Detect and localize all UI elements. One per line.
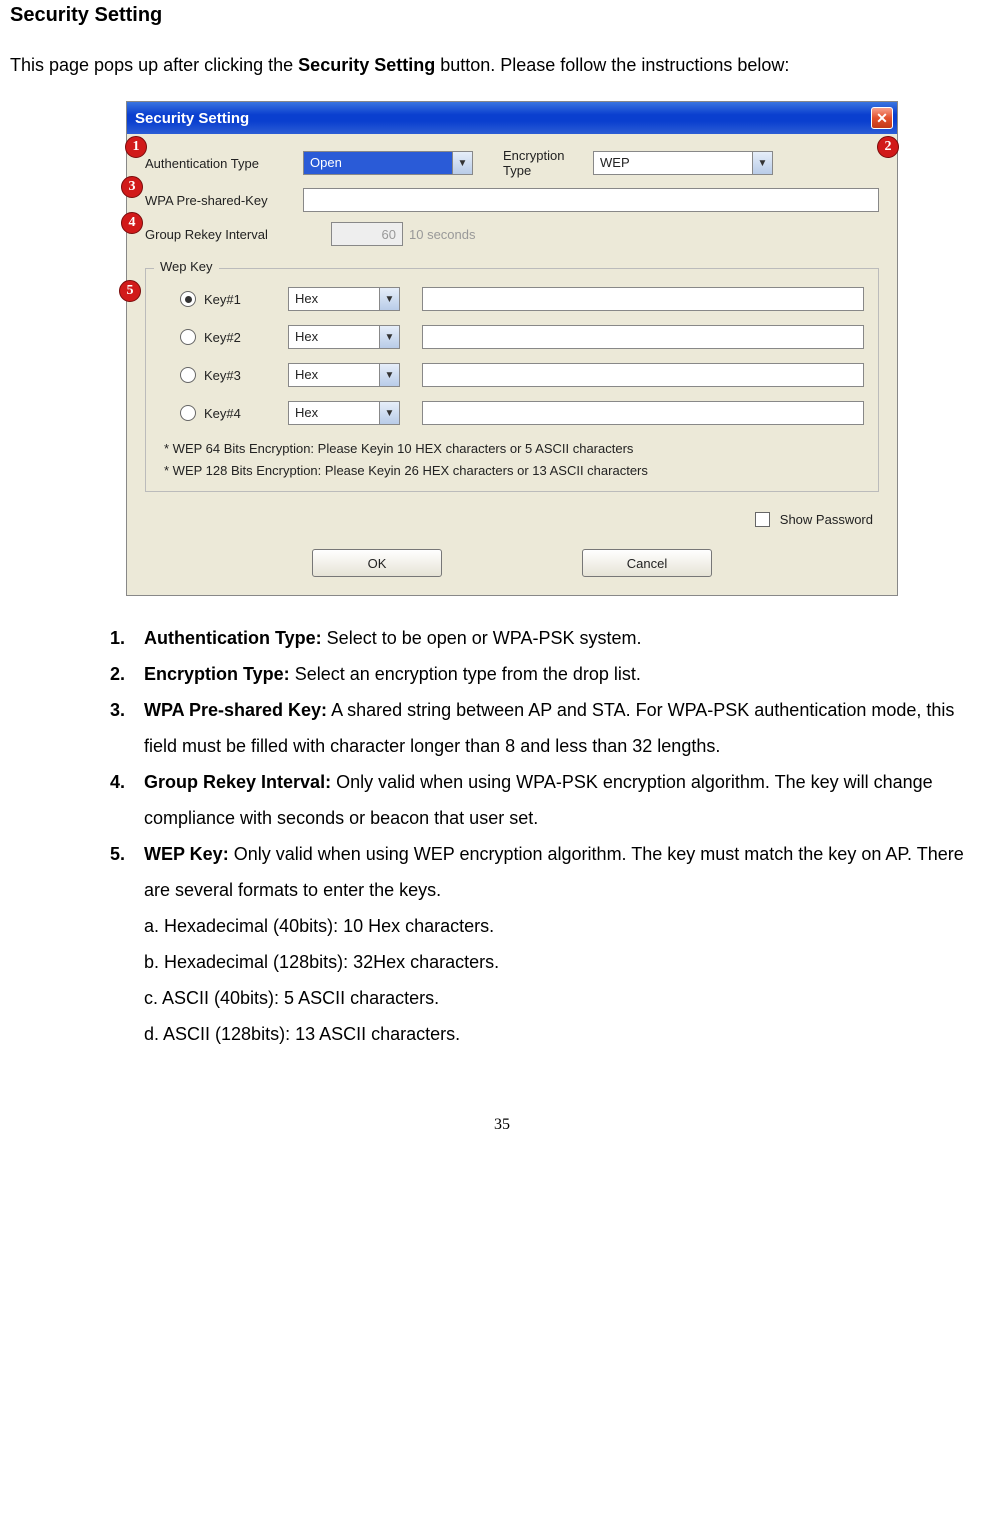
enc-type-value: WEP <box>594 152 752 174</box>
wep-key4-format-value: Hex <box>289 402 379 424</box>
ok-button[interactable]: OK <box>312 549 442 577</box>
wep-key2-format-value: Hex <box>289 326 379 348</box>
wep-key3-format[interactable]: Hex ▼ <box>288 363 400 387</box>
intro-post: button. Please follow the instructions b… <box>435 55 789 75</box>
chevron-down-icon: ▼ <box>379 364 399 386</box>
close-button[interactable]: ✕ <box>871 107 893 129</box>
sub-a: a. Hexadecimal (40bits): 10 Hex characte… <box>144 908 990 944</box>
wep-hint-64: * WEP 64 Bits Encryption: Please Keyin 1… <box>164 439 864 459</box>
show-password-row: Show Password <box>145 512 879 527</box>
wep-key2-label: Key#2 <box>204 330 288 345</box>
wep-key1-label: Key#1 <box>204 292 288 307</box>
dialog-body: 1 2 3 4 5 Authentication Type Open ▼ Enc… <box>127 134 897 595</box>
cancel-button[interactable]: Cancel <box>582 549 712 577</box>
intro-pre: This page pops up after clicking the <box>10 55 298 75</box>
list-bold: WPA Pre-shared Key: <box>144 700 327 720</box>
dialog-buttons: OK Cancel <box>145 549 879 577</box>
badge-2: 2 <box>877 136 899 158</box>
list-num: 4. <box>110 764 144 836</box>
list-num: 2. <box>110 656 144 692</box>
rekey-input[interactable]: 60 <box>331 222 403 246</box>
encryption-type-select[interactable]: WEP ▼ <box>593 151 773 175</box>
wep-key3-radio[interactable] <box>180 367 196 383</box>
wep-key1-format-value: Hex <box>289 288 379 310</box>
list-item-5: 5. WEP Key: Only valid when using WEP en… <box>110 836 990 908</box>
chevron-down-icon: ▼ <box>452 152 472 174</box>
badge-3: 3 <box>121 176 143 198</box>
wep-key2-radio[interactable] <box>180 329 196 345</box>
show-password-label: Show Password <box>780 512 873 527</box>
badge-4: 4 <box>121 212 143 234</box>
badge-1: 1 <box>125 136 147 158</box>
label-enc-type: Encryption Type <box>473 148 593 178</box>
list-bold: Encryption Type: <box>144 664 290 684</box>
list-bold: WEP Key: <box>144 844 229 864</box>
wep-key4-input[interactable] <box>422 401 864 425</box>
list-bold: Group Rekey Interval: <box>144 772 331 792</box>
chevron-down-icon: ▼ <box>379 402 399 424</box>
page-title: Security Setting <box>10 4 994 27</box>
label-rekey: Group Rekey Interval <box>145 227 303 242</box>
dialog-title: Security Setting <box>135 110 871 127</box>
wep-key3-input[interactable] <box>422 363 864 387</box>
rekey-unit: 10 seconds <box>409 227 476 242</box>
list-text: Only valid when using WEP encryption alg… <box>144 844 964 900</box>
wep-key-legend: Wep Key <box>154 259 219 274</box>
list-num: 5. <box>110 836 144 908</box>
list-num: 3. <box>110 692 144 764</box>
wep-key2-input[interactable] <box>422 325 864 349</box>
label-auth-type: Authentication Type <box>145 156 303 171</box>
security-setting-dialog: Security Setting ✕ 1 2 3 4 5 Authenticat… <box>126 101 898 596</box>
wep-key1-radio[interactable] <box>180 291 196 307</box>
chevron-down-icon: ▼ <box>379 326 399 348</box>
list-item-2: 2. Encryption Type: Select an encryption… <box>110 656 990 692</box>
wep-hint-128: * WEP 128 Bits Encryption: Please Keyin … <box>164 461 864 481</box>
auth-type-select[interactable]: Open ▼ <box>303 151 473 175</box>
wep-key4-radio[interactable] <box>180 405 196 421</box>
wep-key1-format[interactable]: Hex ▼ <box>288 287 400 311</box>
wep-key-row-3: Key#3 Hex ▼ <box>160 363 864 387</box>
intro-bold: Security Setting <box>298 55 435 75</box>
list-item-1: 1. Authentication Type: Select to be ope… <box>110 620 990 656</box>
list-text: Select an encryption type from the drop … <box>290 664 641 684</box>
intro-text: This page pops up after clicking the Sec… <box>10 47 994 83</box>
sub-b: b. Hexadecimal (128bits): 32Hex characte… <box>144 944 990 980</box>
list-text: Select to be open or WPA-PSK system. <box>322 628 642 648</box>
wpa-psk-input[interactable] <box>303 188 879 212</box>
row-rekey: Group Rekey Interval 60 10 seconds <box>145 222 879 246</box>
wep-key1-input[interactable] <box>422 287 864 311</box>
list-bold: Authentication Type: <box>144 628 322 648</box>
wep-key2-format[interactable]: Hex ▼ <box>288 325 400 349</box>
chevron-down-icon: ▼ <box>752 152 772 174</box>
wep-key4-label: Key#4 <box>204 406 288 421</box>
dialog-titlebar: Security Setting ✕ <box>127 102 897 134</box>
auth-type-value: Open <box>304 152 452 174</box>
wep-key4-format[interactable]: Hex ▼ <box>288 401 400 425</box>
list-item-3: 3. WPA Pre-shared Key: A shared string b… <box>110 692 990 764</box>
wep-key-row-4: Key#4 Hex ▼ <box>160 401 864 425</box>
wep-key-row-1: Key#1 Hex ▼ <box>160 287 864 311</box>
badge-5: 5 <box>119 280 141 302</box>
label-wpa-psk: WPA Pre-shared-Key <box>145 193 303 208</box>
wep-key3-format-value: Hex <box>289 364 379 386</box>
row-auth-type: Authentication Type Open ▼ Encryption Ty… <box>145 148 879 178</box>
wep-key3-label: Key#3 <box>204 368 288 383</box>
chevron-down-icon: ▼ <box>379 288 399 310</box>
instruction-list: 1. Authentication Type: Select to be ope… <box>110 620 990 1052</box>
sub-d: d. ASCII (128bits): 13 ASCII characters. <box>144 1016 990 1052</box>
show-password-checkbox[interactable] <box>755 512 770 527</box>
list-num: 1. <box>110 620 144 656</box>
sub-c: c. ASCII (40bits): 5 ASCII characters. <box>144 980 990 1016</box>
wep-key-group: Wep Key Key#1 Hex ▼ Key#2 Hex ▼ <box>145 268 879 492</box>
wep-key-row-2: Key#2 Hex ▼ <box>160 325 864 349</box>
page-number: 35 <box>10 1116 994 1134</box>
close-icon: ✕ <box>876 111 888 125</box>
row-wpa-psk: WPA Pre-shared-Key <box>145 188 879 212</box>
list-item-4: 4. Group Rekey Interval: Only valid when… <box>110 764 990 836</box>
